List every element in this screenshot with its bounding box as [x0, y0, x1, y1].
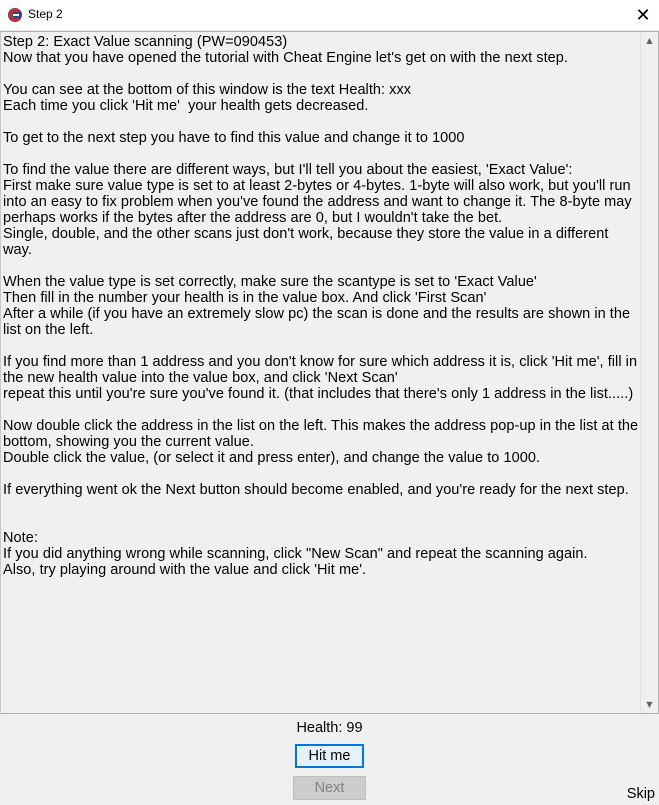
tutorial-text-area[interactable]: Step 2: Exact Value scanning (PW=090453)… [0, 31, 659, 714]
health-label: Health: 99 [296, 720, 363, 736]
window-title: Step 2 [28, 7, 63, 21]
skip-link[interactable]: Skip [627, 786, 655, 802]
title-bar: Step 2 ✕ [0, 0, 659, 30]
hit-me-button[interactable]: Hit me [295, 744, 364, 768]
close-icon: ✕ [635, 4, 651, 25]
next-button[interactable]: Next [293, 776, 366, 800]
scroll-down-icon[interactable]: ▼ [641, 696, 658, 713]
tutorial-text: Step 2: Exact Value scanning (PW=090453)… [3, 34, 639, 578]
vertical-scrollbar[interactable]: ▲ ▼ [640, 32, 658, 713]
scroll-up-icon[interactable]: ▲ [641, 32, 658, 49]
close-button[interactable]: ✕ [627, 0, 659, 30]
cheat-engine-icon [8, 8, 22, 22]
